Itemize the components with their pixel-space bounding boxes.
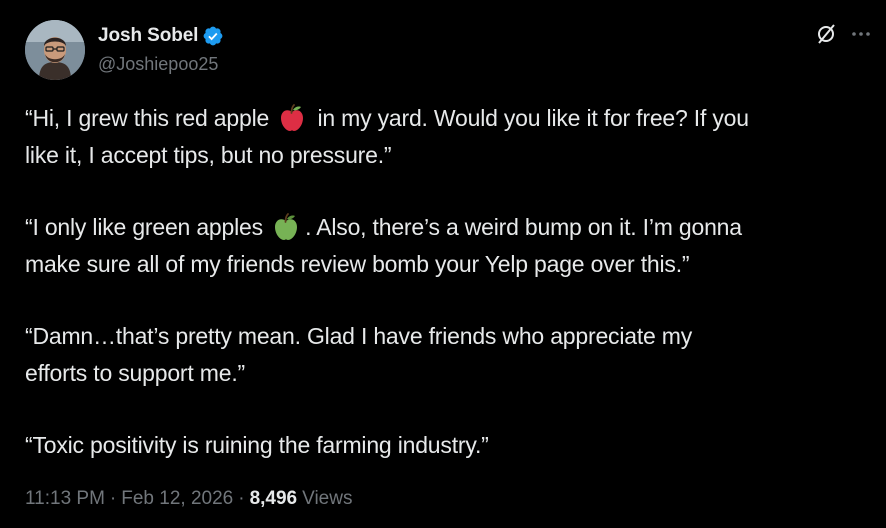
author-name-row: Josh Sobel bbox=[98, 23, 224, 49]
views-label: Views bbox=[302, 488, 353, 509]
tweet-paragraph: “Damn…that’s pretty mean. Glad I have fr… bbox=[25, 318, 870, 392]
tweet-paragraph: “Hi, I grew this red apple in my yard. W… bbox=[25, 100, 870, 174]
tweet-paragraph: “I only like green apples . Also, there’… bbox=[25, 209, 870, 283]
grok-icon[interactable] bbox=[814, 22, 838, 46]
top-actions bbox=[814, 22, 872, 46]
tweet-line: “Toxic positivity is ruining the farming… bbox=[25, 432, 489, 458]
tweet-text-span: in my yard. Would you like it for free? … bbox=[311, 105, 749, 131]
meta-separator: · bbox=[238, 488, 245, 509]
author-handle[interactable]: @Joshiepoo25 bbox=[98, 54, 218, 75]
tweet-line: like it, I accept tips, but no pressure.… bbox=[25, 142, 392, 168]
display-name[interactable]: Josh Sobel bbox=[98, 25, 198, 47]
tweet-card: Josh Sobel @Joshiepoo25 “Hi, I grew this… bbox=[0, 0, 886, 528]
views-count[interactable]: 8,496 bbox=[250, 488, 298, 510]
tweet-line: “Hi, I grew this red apple in my yard. W… bbox=[25, 100, 870, 137]
avatar[interactable] bbox=[25, 20, 85, 80]
tweet-line: “I only like green apples . Also, there’… bbox=[25, 209, 870, 246]
tweet-text-span: “Hi, I grew this red apple bbox=[25, 105, 276, 131]
tweet-meta: 11:13 PM · Feb 12, 2026 · 8,496 Views bbox=[25, 488, 352, 510]
verified-badge-icon bbox=[203, 26, 223, 46]
tweet-line: efforts to support me.” bbox=[25, 360, 245, 386]
tweet-time[interactable]: 11:13 PM bbox=[25, 488, 105, 510]
tweet-paragraph: “Toxic positivity is ruining the farming… bbox=[25, 427, 870, 464]
tweet-date[interactable]: Feb 12, 2026 bbox=[121, 488, 233, 510]
meta-separator: · bbox=[109, 488, 117, 509]
tweet-text: “Hi, I grew this red apple in my yard. W… bbox=[25, 100, 870, 499]
red-apple-icon bbox=[281, 104, 304, 131]
more-icon[interactable] bbox=[850, 23, 872, 45]
tweet-line: make sure all of my friends review bomb … bbox=[25, 251, 690, 277]
tweet-text-span: . Also, there’s a weird bump on it. I’m … bbox=[305, 214, 742, 240]
tweet-text-span: “I only like green apples bbox=[25, 214, 270, 240]
green-apple-icon bbox=[275, 213, 298, 240]
tweet-line: “Damn…that’s pretty mean. Glad I have fr… bbox=[25, 323, 693, 349]
